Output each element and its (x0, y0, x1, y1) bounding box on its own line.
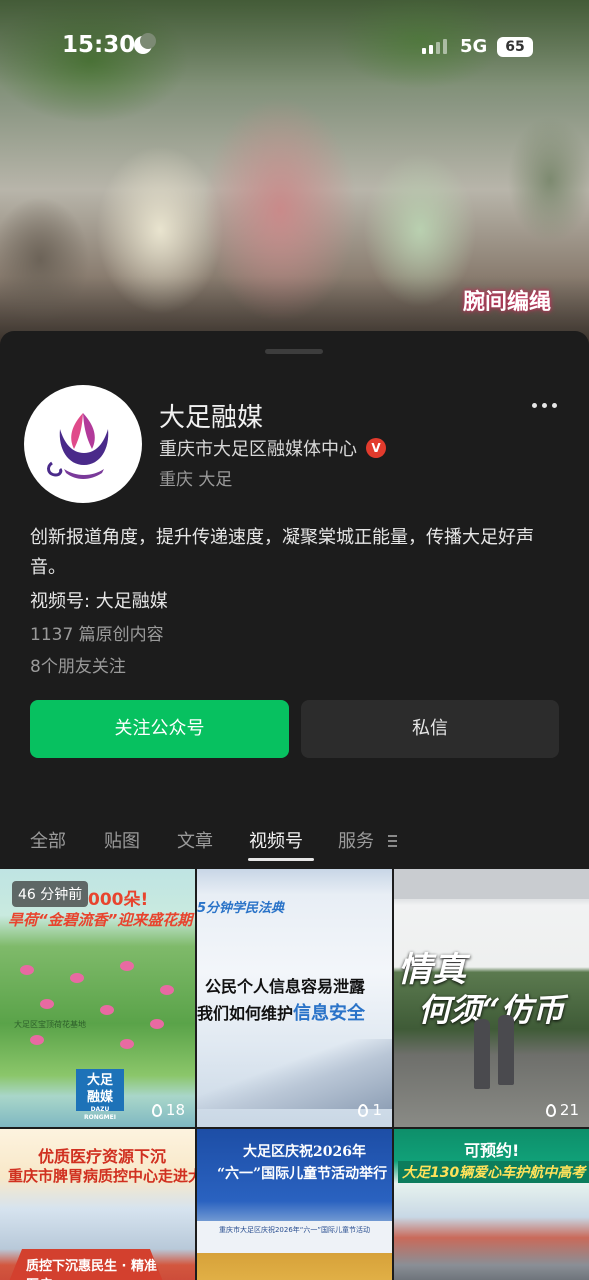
lotus-logo-icon (47, 413, 109, 479)
account-description: 创新报道角度，提升传递速度，凝聚棠城正能量，传播大足好声音。 (30, 527, 534, 578)
video-tile[interactable]: 情真 何须“仿币 21 (394, 869, 589, 1127)
content-tabs: 全部 贴图 文章 视频号 服务 (0, 827, 589, 863)
friends-following[interactable]: 8个朋友关注 (30, 652, 126, 677)
video-caption: 大足区宝顶荷花基地 (14, 1020, 86, 1029)
flame-icon (545, 1103, 556, 1117)
video-subtitle: 何须“仿币 (418, 991, 565, 1029)
video-title: 可预约! (464, 1141, 520, 1160)
channel-link[interactable]: 视频号: 大足融媒 (30, 587, 168, 613)
tab-articles[interactable]: 文章 (177, 827, 213, 853)
profile-sheet: 大足融媒 重庆市大足区融媒体中心 V 重庆 大足 创新报道角度，提升传递速度，凝… (0, 331, 589, 1280)
tab-channels[interactable]: 视频号 (249, 827, 303, 853)
status-time: 15:30 (62, 32, 136, 58)
video-title: 大足区庆祝2026年 (243, 1144, 366, 1160)
time-badge: 46 分钟前 (12, 881, 89, 907)
media-logo: 大足 融媒 DAZU RONGMEI (76, 1069, 124, 1121)
video-subtitle: “六一”国际儿童节活动举行 (217, 1166, 388, 1182)
battery-icon: 65 (497, 37, 533, 57)
video-subtitle: 旱荷“金碧流香”迎来盛花期 (8, 911, 193, 929)
video-title: 优质医疗资源下沉 (38, 1147, 167, 1166)
video-tile[interactable]: 优质医疗资源下沉 重庆市脾胃病质控中心走进大足 质控下沉惠民生 · 精准医疗 (0, 1129, 195, 1280)
cover-caption: 腕间编绳 (462, 289, 551, 315)
video-banner: 重庆市大足区庆祝2026年“六一”国际儿童节活动 (197, 1221, 392, 1253)
account-organization: 重庆市大足区融媒体中心 V (159, 435, 386, 461)
video-tile[interactable]: 可预约! 大足130辆爱心车护航中高考 (394, 1129, 589, 1280)
video-tile[interactable]: 5分钟学民法典 公民个人信息容易泄露 我们如何维护信息安全 1 (197, 869, 392, 1127)
more-options-icon[interactable] (532, 403, 557, 408)
account-location: 重庆 大足 (159, 470, 233, 490)
follow-button[interactable]: 关注公众号 (30, 700, 289, 758)
video-subtitle: 我们如何维护信息安全 (197, 1003, 366, 1024)
decorative-wave (197, 1039, 392, 1109)
like-count: 1 (358, 1101, 382, 1119)
video-title: 000朵! (88, 890, 149, 910)
avatar[interactable] (24, 385, 142, 503)
video-title: 公民个人信息容易泄露 (205, 977, 366, 996)
flame-icon (358, 1103, 369, 1117)
video-tile[interactable]: 大足区庆祝2026年 “六一”国际儿童节活动举行 重庆市大足区庆祝2026年“六… (197, 1129, 392, 1280)
video-subtitle: 大足130辆爱心车护航中高考 (398, 1161, 589, 1183)
video-title: 情真 (398, 950, 466, 990)
like-count: 18 (151, 1101, 185, 1119)
organization-label: 重庆市大足区融媒体中心 (159, 439, 357, 460)
status-bar: 15:30 5G 65 (0, 0, 589, 96)
flame-icon (151, 1103, 162, 1117)
message-button[interactable]: 私信 (301, 700, 559, 758)
video-subtitle: 重庆市脾胃病质控中心走进大足 (8, 1167, 195, 1185)
original-content-count: 1137 篇原创内容 (30, 625, 164, 645)
video-banner: 5分钟学民法典 (197, 901, 285, 916)
verified-icon[interactable]: V (366, 438, 386, 458)
like-count: 21 (545, 1101, 579, 1119)
tab-services[interactable]: 服务 (338, 827, 374, 853)
tab-all[interactable]: 全部 (30, 827, 66, 853)
signal-icon (422, 38, 447, 54)
video-tile[interactable]: 000朵! 旱荷“金碧流香”迎来盛花期 大足区宝顶荷花基地 大足 融媒 DAZU… (0, 869, 195, 1127)
active-tab-indicator (248, 858, 314, 861)
menu-icon[interactable] (388, 835, 397, 850)
account-name: 大足融媒 (159, 403, 264, 433)
tab-images[interactable]: 贴图 (104, 827, 140, 853)
video-caption: 质控下沉惠民生 · 精准医疗 (6, 1249, 166, 1280)
network-type: 5G (460, 36, 488, 57)
moon-icon (134, 33, 156, 54)
drag-handle[interactable] (265, 349, 323, 354)
